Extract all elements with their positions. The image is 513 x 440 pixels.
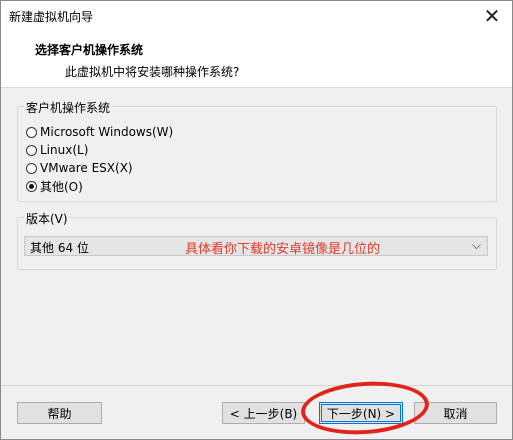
title-bar: 新建虚拟机向导 ✕ bbox=[1, 1, 512, 31]
radio-button-linux[interactable] bbox=[26, 144, 37, 156]
help-button[interactable]: 帮助 bbox=[17, 402, 102, 424]
close-button[interactable]: ✕ bbox=[472, 1, 512, 31]
new-vm-wizard-window: 新建虚拟机向导 ✕ 选择客户机操作系统 此虚拟机中将安装哪种操作系统? 客户机操… bbox=[0, 0, 513, 440]
footer-divider bbox=[1, 385, 512, 386]
cancel-button[interactable]: 取消 bbox=[414, 402, 497, 424]
page-subtitle: 此虚拟机中将安装哪种操作系统? bbox=[65, 65, 240, 79]
radio-label-other: 其他(O) bbox=[40, 179, 83, 194]
radio-label-windows: Microsoft Windows(W) bbox=[40, 125, 174, 139]
wizard-header: 选择客户机操作系统 此虚拟机中将安装哪种操作系统? bbox=[1, 31, 512, 88]
version-select-value: 其他 64 位 bbox=[30, 241, 89, 255]
radio-label-linux: Linux(L) bbox=[40, 143, 89, 157]
radio-windows[interactable]: Microsoft Windows(W) bbox=[26, 124, 173, 140]
close-icon: ✕ bbox=[483, 4, 501, 28]
radio-vmware-esx[interactable]: VMware ESX(X) bbox=[26, 160, 133, 176]
version-group-label: 版本(V) bbox=[24, 210, 70, 227]
radio-button-windows[interactable] bbox=[26, 126, 37, 138]
radio-label-vmware-esx: VMware ESX(X) bbox=[40, 161, 133, 175]
back-button[interactable]: < 上一步(B) bbox=[222, 402, 305, 424]
radio-other[interactable]: 其他(O) bbox=[26, 178, 83, 194]
radio-button-other[interactable] bbox=[26, 180, 37, 192]
radio-button-vmware-esx[interactable] bbox=[26, 162, 37, 174]
guest-os-group: 客户机操作系统 Microsoft Windows(W) Linux(L) VM… bbox=[17, 99, 497, 202]
chevron-down-icon: ⌵ bbox=[471, 238, 481, 252]
radio-linux[interactable]: Linux(L) bbox=[26, 142, 88, 158]
next-button-label: 下一步(N) > bbox=[326, 406, 396, 421]
next-button[interactable]: 下一步(N) > bbox=[319, 402, 403, 424]
page-title: 选择客户机操作系统 bbox=[35, 43, 144, 57]
window-title: 新建虚拟机向导 bbox=[9, 10, 94, 24]
annotation-note: 具体看你下载的安卓镜像是几位的 bbox=[185, 242, 381, 257]
guest-os-group-label: 客户机操作系统 bbox=[24, 99, 113, 116]
